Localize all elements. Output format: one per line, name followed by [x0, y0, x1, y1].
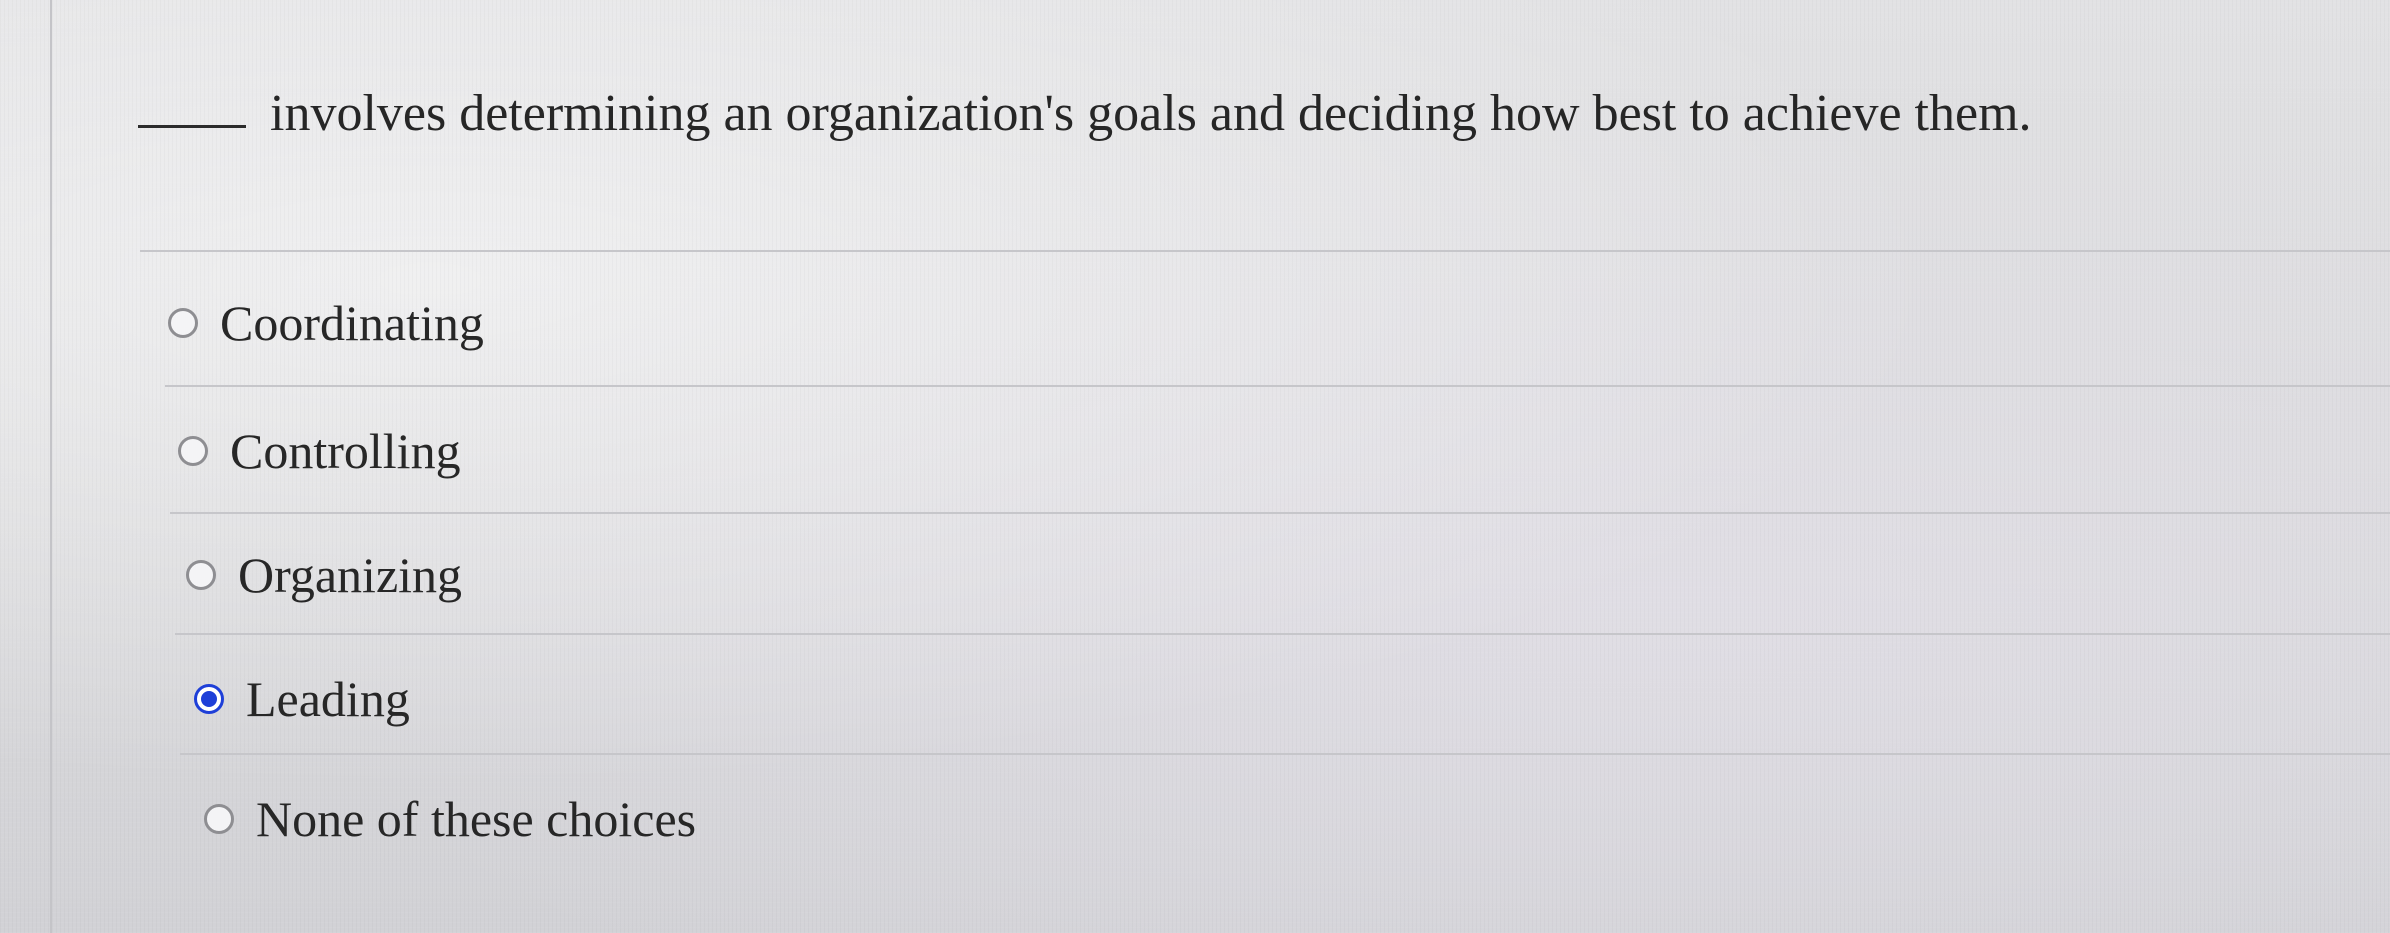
divider	[165, 385, 2390, 387]
option-label: Coordinating	[220, 295, 484, 351]
quiz-screen: involves determining an organization's g…	[0, 0, 2390, 933]
option-controlling[interactable]: Controlling	[178, 426, 461, 476]
radio-button[interactable]	[178, 436, 208, 466]
radio-button[interactable]	[186, 560, 216, 590]
radio-button[interactable]	[204, 804, 234, 834]
option-organizing[interactable]: Organizing	[186, 550, 462, 600]
radio-button[interactable]	[168, 308, 198, 338]
divider	[170, 512, 2390, 514]
option-label: Organizing	[238, 547, 463, 603]
divider	[140, 250, 2390, 252]
option-label: None of these choices	[256, 791, 697, 847]
option-coordinating[interactable]: Coordinating	[168, 298, 484, 348]
option-label: Controlling	[230, 423, 461, 479]
divider	[180, 753, 2390, 755]
question-text: involves determining an organization's g…	[270, 85, 2032, 142]
option-none-of-these[interactable]: None of these choices	[204, 794, 696, 844]
option-leading[interactable]: Leading	[194, 674, 410, 724]
radio-button-selected[interactable]	[194, 684, 224, 714]
answer-blank	[138, 125, 246, 128]
question-stem: involves determining an organization's g…	[138, 88, 2032, 140]
option-label: Leading	[246, 671, 410, 727]
divider	[175, 633, 2390, 635]
left-divider	[50, 0, 52, 933]
